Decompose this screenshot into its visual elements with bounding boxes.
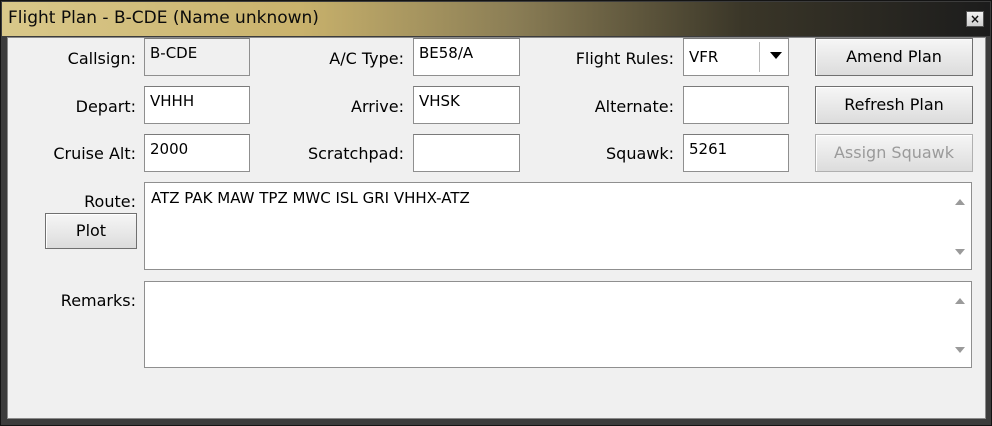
depart-field[interactable]: VHHH [144, 86, 250, 124]
cruise-alt-label: Cruise Alt: [53, 144, 136, 163]
callsign-label: Callsign: [67, 49, 136, 68]
title-bar[interactable]: Flight Plan - B-CDE (Name unknown) × [2, 2, 990, 36]
route-scrollbar[interactable] [949, 183, 971, 269]
assign-squawk-button[interactable]: Assign Squawk [815, 134, 973, 172]
callsign-field: B-CDE [144, 38, 250, 76]
route-textarea[interactable]: ATZ PAK MAW TPZ MWC ISL GRI VHHX-ATZ [144, 182, 972, 270]
chevron-down-icon[interactable] [770, 52, 782, 59]
cruise-alt-field[interactable]: 2000 [144, 134, 250, 172]
close-button[interactable]: × [966, 11, 984, 27]
close-icon: × [969, 12, 981, 26]
flight-plan-window: Flight Plan - B-CDE (Name unknown) × Cal… [0, 0, 992, 426]
arrive-field[interactable]: VHSK [413, 86, 520, 124]
scroll-up-icon[interactable] [955, 199, 965, 205]
actype-field[interactable]: BE58/A [413, 38, 520, 76]
arrive-label: Arrive: [351, 97, 404, 116]
alternate-field[interactable] [683, 86, 789, 124]
remarks-textarea[interactable] [144, 281, 972, 368]
route-text: ATZ PAK MAW TPZ MWC ISL GRI VHHX-ATZ [151, 189, 470, 207]
flight-rules-label: Flight Rules: [575, 49, 674, 68]
route-label: Route: [84, 192, 136, 211]
flight-plan-form: Callsign: B-CDE A/C Type: BE58/A Flight … [7, 37, 986, 419]
scroll-up-icon[interactable] [955, 298, 965, 304]
remarks-label: Remarks: [60, 291, 136, 310]
alternate-label: Alternate: [594, 97, 674, 116]
scratchpad-field[interactable] [413, 134, 520, 172]
squawk-label: Squawk: [606, 144, 674, 163]
remarks-scrollbar[interactable] [949, 282, 971, 367]
dropdown-separator [759, 42, 760, 72]
flight-rules-value: VFR [689, 48, 719, 66]
depart-label: Depart: [75, 97, 136, 116]
refresh-plan-button[interactable]: Refresh Plan [815, 86, 973, 124]
flight-rules-select[interactable]: VFR [683, 38, 789, 76]
scratchpad-label: Scratchpad: [307, 144, 404, 163]
amend-plan-button[interactable]: Amend Plan [815, 38, 973, 76]
window-title: Flight Plan - B-CDE (Name unknown) [8, 8, 319, 28]
scroll-down-icon[interactable] [955, 249, 965, 255]
plot-button[interactable]: Plot [45, 213, 137, 249]
squawk-field[interactable]: 5261 [683, 134, 789, 172]
actype-label: A/C Type: [329, 49, 404, 68]
scroll-down-icon[interactable] [955, 347, 965, 353]
